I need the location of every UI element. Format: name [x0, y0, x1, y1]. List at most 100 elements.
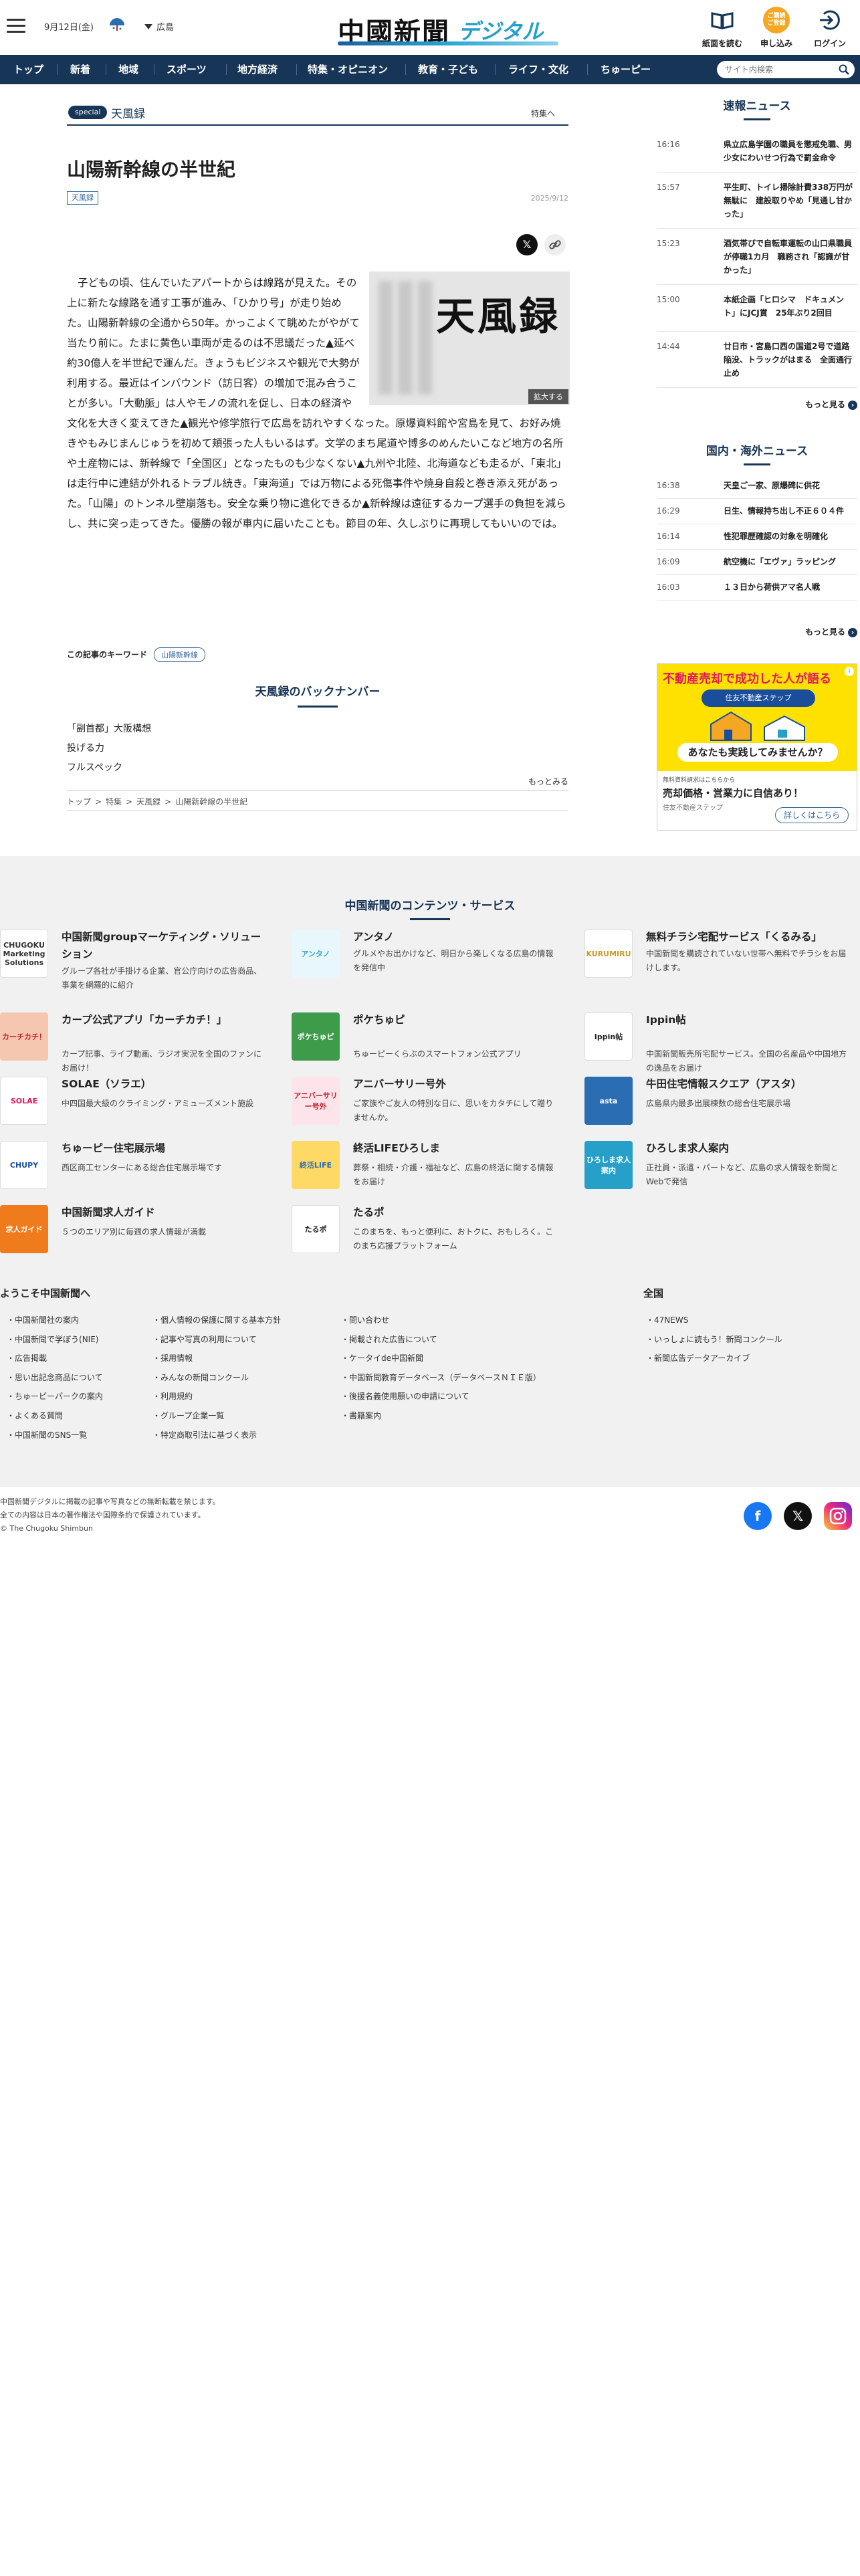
breadcrumb: トップ > 特集 > 天風録 > 山陽新幹線の半世紀 [67, 797, 248, 807]
menu-icon[interactable] [7, 19, 25, 33]
x-icon[interactable]: 𝕏 [784, 1502, 812, 1530]
news-item[interactable]: 16:38 天皇ご一家、原爆碑に供花 [657, 473, 857, 499]
nav-item-opinion[interactable]: 特集・オピニオン [308, 55, 388, 84]
service-thumbnail: カーチカチ！ [0, 1012, 48, 1061]
nav-item-top[interactable]: トップ [13, 55, 43, 84]
service-name[interactable]: 無料チラシ宅配サービス「くるみる」 [646, 928, 853, 946]
site-logo[interactable]: 中國新聞 デジタル [338, 8, 558, 48]
footer-link[interactable]: 47NEWS [646, 1311, 782, 1330]
nav-item-economy[interactable]: 地方経済 [237, 55, 278, 84]
figure-zoom-button[interactable]: 拡大する [528, 389, 568, 404]
backnumber-more-link[interactable]: もっとみる [528, 776, 568, 787]
article-tag[interactable]: 天風録 [67, 191, 98, 205]
breadcrumb-special[interactable]: 特集 [106, 797, 122, 807]
news-item[interactable]: 16:14 性犯罪歴確認の対象を明確化 [657, 524, 857, 550]
service-name[interactable]: たるポ [353, 1204, 560, 1221]
footer-link[interactable]: 広告掲載 [7, 1349, 103, 1368]
nav-item-sports[interactable]: スポーツ [167, 55, 207, 84]
search-input[interactable] [717, 61, 831, 78]
nav-item-culture[interactable]: ライフ・文化 [508, 55, 568, 84]
service-name[interactable]: ひろしま求人案内 [646, 1140, 853, 1157]
footer-link[interactable]: 中国新聞教育データベース（データベースＮＩＥ版） [341, 1368, 541, 1388]
news-item[interactable]: 15:00 本紙企画「ヒロシマ ドキュメント」にJCJ賞 25年ぶり2回目 [657, 285, 857, 332]
service-name[interactable]: 中国新聞groupマーケティング・ソリューション [62, 928, 269, 963]
area-selector[interactable]: 広島 [144, 20, 174, 33]
read-paper-button[interactable]: 紙面を読む [699, 4, 746, 51]
special-name[interactable]: 天風録 [111, 104, 145, 121]
login-icon [817, 7, 843, 33]
footer-link[interactable]: ケータイde中国新聞 [341, 1349, 541, 1368]
backnumber-item[interactable]: 投げる力 [67, 739, 151, 758]
backnumber-item[interactable]: 「副首都」大阪構想 [67, 720, 151, 739]
news-item[interactable]: 16:09 航空機に「エヴァ」ラッピング [657, 550, 857, 575]
link-column-4: 47NEWSいっしょに読もう！新聞コンクール新聞広告データアーカイブ [646, 1311, 782, 1368]
footer-link[interactable]: 後援名義使用願いの申請について [341, 1387, 541, 1406]
footer-link[interactable]: よくある質問 [7, 1406, 103, 1426]
news-item[interactable]: 14:44 廿日市・宮島口西の国道2号で道路陥没、トラックがはまる 全面通行止め [657, 332, 857, 388]
footer-link[interactable]: 書籍案内 [341, 1406, 541, 1426]
footer-link[interactable]: 記事や写真の利用について [152, 1330, 281, 1350]
footer-link[interactable]: 思い出記念商品について [7, 1368, 103, 1388]
service-name[interactable]: 牛田住宅情報スクエア（アスタ） [646, 1075, 853, 1093]
news-item[interactable]: 16:29 日生、情報持ち出し不正６０４件 [657, 499, 857, 524]
keyword-pill[interactable]: 山陽新幹線 [154, 647, 206, 662]
ad-details-button[interactable]: 詳しくはこちら [775, 807, 849, 823]
footer-link[interactable]: 利用規約 [152, 1387, 281, 1406]
nav-item-region[interactable]: 地域 [118, 55, 138, 84]
service-description: 中国新聞を購読されていない世帯へ無料でチラシをお届けします。 [646, 949, 847, 972]
share-x-icon[interactable]: 𝕏 [516, 234, 538, 255]
ad-image: 不動産売却で成功した人が語る 住友不動産ステップ あなたも実践してみませんか？ [657, 664, 857, 771]
footer-link[interactable]: 特定商取引法に基づく表示 [152, 1426, 281, 1445]
service-name[interactable]: ポケちゅピ [353, 1011, 560, 1029]
footer-link[interactable]: グループ企業一覧 [152, 1406, 281, 1426]
login-button[interactable]: ログイン [807, 4, 853, 51]
welcome-links-title: ようこそ中国新聞へ [0, 1287, 91, 1299]
news-item[interactable]: 15:23 酒気帯びで自転車運転の山口県職員が停職1カ月 職務され「認識が甘かった… [657, 229, 857, 285]
service-name[interactable]: カープ公式アプリ「カーチカチ！」 [62, 1011, 269, 1029]
article-figure[interactable]: 天風録 拡大する [369, 272, 570, 405]
nav-item-chupy[interactable]: ちゅーピー [601, 55, 651, 84]
service-description: このまちを、もっと便利に、おトクに、おもしろく。このまち応援プラットフォーム [353, 1227, 554, 1251]
news-item[interactable]: 15:57 平生町、トイレ掃除計費338万円が無駄に 建設取りやめ「見通し甘かった… [657, 173, 857, 229]
nav-item-new[interactable]: 新着 [70, 55, 90, 84]
breadcrumb-column[interactable]: 天風録 [136, 797, 160, 807]
service-name[interactable]: 終活LIFEひろしま [353, 1140, 560, 1157]
footer-link[interactable]: 中国新聞社の案内 [7, 1311, 103, 1330]
news-item[interactable]: 16:03 １３日から荷供アマ名人戦 [657, 575, 857, 601]
breadcrumb-top[interactable]: トップ [67, 797, 91, 807]
search-icon[interactable] [839, 64, 849, 75]
footer-link[interactable]: ちゅーピーパークの案内 [7, 1387, 103, 1406]
footer-link[interactable]: 新聞広告データアーカイブ [646, 1349, 782, 1368]
domestic-news-list: 16:38 天皇ご一家、原爆碑に供花 16:29 日生、情報持ち出し不正６０４件 1… [657, 473, 857, 601]
service-name[interactable]: SOLAE（ソラエ） [62, 1075, 269, 1093]
service-name[interactable]: Ippin帖 [646, 1011, 853, 1029]
service-description: 広島県内最多出展棟数の総合住宅展示場 [646, 1099, 791, 1108]
footer-link[interactable]: 個人情報の保護に関する基本方針 [152, 1311, 281, 1330]
news-item[interactable]: 16:16 県立広島学園の職員を懲戒免職、男少女にわいせつ行為で罰金命令 [657, 132, 857, 173]
instagram-icon[interactable] [824, 1502, 852, 1530]
service-name[interactable]: アンタノ [353, 928, 560, 946]
service-name[interactable]: ちゅーピー住宅展示場 [62, 1140, 269, 1157]
ad-info-icon[interactable]: i [845, 667, 854, 676]
apply-button[interactable]: ご購読 ご登録 申し込み [753, 4, 800, 51]
footer-link[interactable]: 掲載された広告について [341, 1330, 541, 1350]
footer-link[interactable]: 問い合わせ [341, 1311, 541, 1330]
footer-link[interactable]: 中国新聞のSNS一覧 [7, 1426, 103, 1445]
nav-item-education[interactable]: 教育・子ども [418, 55, 478, 84]
read-paper-label: 紙面を読む [702, 39, 742, 48]
service-name[interactable]: アニバーサリー号外 [353, 1075, 560, 1093]
footer-link[interactable]: 中国新聞で学ぼう(NIE) [7, 1330, 103, 1350]
keyword-row: この記事のキーワード 山陽新幹線 [67, 647, 206, 662]
footer-link[interactable]: いっしょに読もう！新聞コンクール [646, 1330, 782, 1350]
domestic-more-link[interactable]: もっと見る [805, 626, 857, 637]
backnumber-item[interactable]: フルスペック [67, 758, 151, 778]
advertisement[interactable]: 不動産売却で成功した人が語る 住友不動産ステップ あなたも実践してみませんか？ … [657, 663, 857, 831]
special-link[interactable]: 特集へ [531, 108, 555, 119]
footer-link[interactable]: 採用情報 [152, 1349, 281, 1368]
service-name[interactable]: 中国新聞求人ガイド [62, 1204, 269, 1221]
service-thumbnail: 求人ガイド [0, 1205, 48, 1253]
copy-link-icon[interactable] [544, 234, 566, 255]
footer-link[interactable]: みんなの新聞コンクール [152, 1368, 281, 1388]
facebook-icon[interactable]: f [744, 1502, 772, 1530]
breaking-more-link[interactable]: もっと見る [805, 399, 857, 410]
